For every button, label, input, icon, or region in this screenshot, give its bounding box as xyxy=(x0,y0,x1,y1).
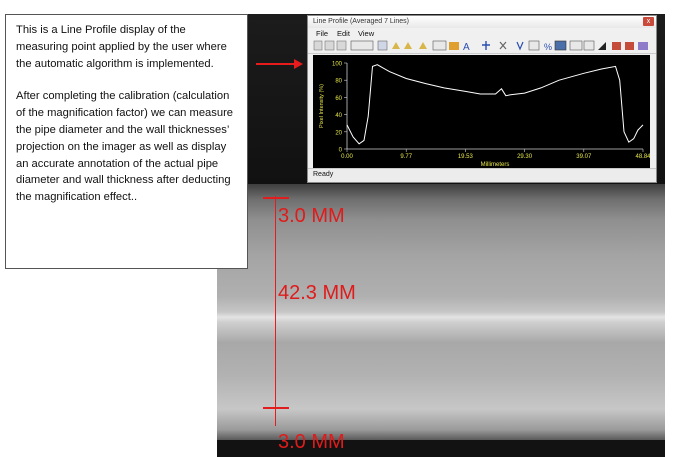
top-wall-thickness-label: 3.0 MM xyxy=(278,205,345,227)
line-profile-chart: 0 20 40 60 80 100 0.00 9.77 19.53 29.30 39.07 48.84… xyxy=(313,55,650,169)
settings-icon[interactable] xyxy=(625,42,634,50)
status-text: Ready xyxy=(313,171,334,178)
x-tick-label: 0.00 xyxy=(341,154,353,160)
y-tick-label: 100 xyxy=(332,62,343,68)
y-tick-label: 80 xyxy=(335,79,342,85)
explanation-paragraph-1: This is a Line Profile display of the me… xyxy=(16,24,227,70)
percent-icon[interactable]: % xyxy=(544,42,552,52)
profile-series-line xyxy=(346,64,644,145)
status-bar: Ready xyxy=(308,168,656,182)
explanation-paragraph-2: After completing the calibration (calcul… xyxy=(16,90,234,204)
close-icon[interactable]: x xyxy=(643,17,654,26)
export-icon[interactable] xyxy=(612,42,621,50)
pointer-arrow-shaft xyxy=(256,63,296,65)
dimension-tick-bottom xyxy=(263,407,289,409)
toolbar-icons: A % xyxy=(313,40,648,53)
filter2-icon[interactable] xyxy=(404,42,412,49)
menu-view[interactable]: View xyxy=(358,29,374,38)
window-title: Line Profile (Averaged 7 Lines) xyxy=(313,18,409,25)
marker-icon[interactable] xyxy=(482,41,490,50)
display-icon[interactable] xyxy=(554,40,567,51)
options-icon[interactable] xyxy=(638,42,648,50)
smooth-icon[interactable] xyxy=(377,40,388,51)
save-icon[interactable] xyxy=(324,40,335,51)
x-tick-label: 19.53 xyxy=(458,154,474,160)
menu-bar: File Edit View xyxy=(308,28,656,38)
toolbar: A % xyxy=(308,38,656,54)
dimension-tick-top xyxy=(263,197,289,199)
print-icon[interactable] xyxy=(336,40,347,51)
x-tick-label: 9.77 xyxy=(400,154,412,160)
line-profile-window: Line Profile (Averaged 7 Lines) x File E… xyxy=(307,15,657,183)
copy-icon[interactable] xyxy=(313,40,323,51)
pipe-diameter-label: 42.3 MM xyxy=(278,282,356,304)
menu-edit[interactable]: Edit xyxy=(337,29,350,38)
x-tick-label: 29.30 xyxy=(517,154,533,160)
grid-icon[interactable] xyxy=(419,42,427,49)
bottom-wall-thickness-label: 3.0 MM xyxy=(278,431,345,453)
window-titlebar[interactable]: Line Profile (Averaged 7 Lines) x xyxy=(308,16,656,28)
menu-file[interactable]: File xyxy=(316,29,328,38)
average-icon[interactable] xyxy=(528,40,540,51)
slope-icon[interactable] xyxy=(598,42,606,50)
pointer-arrow-icon xyxy=(294,59,303,69)
text-icon[interactable]: A xyxy=(463,42,470,53)
y-tick-label: 0 xyxy=(339,148,343,154)
explanation-box: This is a Line Profile display of the me… xyxy=(5,14,248,269)
filter-icon[interactable] xyxy=(392,42,400,49)
x-tick-label: 48.84 xyxy=(635,154,650,160)
fill-icon[interactable] xyxy=(432,40,447,51)
delete-icon[interactable] xyxy=(499,41,507,50)
y-axis-label: Pixel Intensity (%) xyxy=(319,84,325,128)
x-tick-label: 39.07 xyxy=(576,154,592,160)
max-icon[interactable] xyxy=(569,40,583,51)
diameter-dimension-line xyxy=(275,196,276,426)
min-icon[interactable] xyxy=(583,40,595,51)
zoom-icon[interactable] xyxy=(350,40,374,51)
y-tick-label: 60 xyxy=(335,96,342,102)
y-tick-label: 40 xyxy=(335,113,342,119)
y-tick-label: 20 xyxy=(335,130,342,136)
line-icon[interactable] xyxy=(449,42,459,50)
cursor-icon[interactable] xyxy=(516,41,524,51)
